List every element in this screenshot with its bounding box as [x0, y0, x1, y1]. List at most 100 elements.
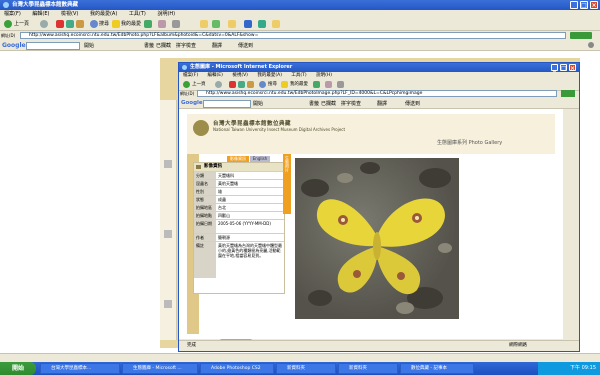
forward-icon[interactable] [215, 81, 222, 88]
history-icon[interactable] [144, 20, 152, 28]
inner-favorites-button[interactable]: 我的最愛 [290, 79, 308, 90]
taskbar-item[interactable]: 生態圖庫 - Microsoft ... [122, 363, 198, 374]
inner-browser-window: 生態圖庫 - Microsoft Internet Explorer _ □ ×… [178, 62, 580, 352]
inner-search-button[interactable]: 搜尋 [268, 79, 277, 90]
go-button[interactable] [570, 32, 592, 39]
taskbar-item[interactable]: 新資料夾 [338, 363, 398, 374]
menu-file[interactable]: 檔案(F) [4, 11, 21, 17]
start-button[interactable]: 開始 [0, 362, 36, 375]
search-icon[interactable] [90, 20, 98, 28]
menu-tools[interactable]: 工具(T) [129, 11, 146, 17]
search-icon[interactable] [259, 81, 266, 88]
info-title: 影像資訊 [194, 163, 284, 171]
inner-google-start[interactable]: 開始 [253, 100, 263, 107]
word-icon[interactable] [244, 20, 252, 28]
back-icon[interactable] [183, 81, 190, 88]
refresh-icon[interactable] [66, 20, 74, 28]
inner-google-toolbar: Google 開始 書籤 已攔截 拼字檢查 翻譯 傳送到 [179, 98, 579, 109]
taskbar-item[interactable]: 數位典藏 - 記事本 [400, 363, 474, 374]
inner-address-input[interactable]: http://www.asishq.ecoinsrci.ntu.edu.tw/E… [197, 90, 557, 97]
google-spellcheck-button[interactable]: 拼字檢查 [176, 42, 196, 49]
google-search-input[interactable] [26, 42, 80, 50]
menu-help[interactable]: 說明(H) [157, 11, 175, 17]
inner-page: 台灣大學昆蟲標本館數位典藏 National Taiwan University… [179, 109, 563, 346]
inner-status-left: 完成 [187, 343, 196, 348]
favorites-button[interactable]: 我的最愛 [121, 20, 141, 28]
museum-logo [193, 120, 209, 136]
side-tab-label: 生態照片 [285, 156, 290, 172]
outer-google-toolbar: Google 開始 書籤 已攔截 拼字檢查 翻譯 傳送到 [0, 40, 600, 51]
mail-icon[interactable] [158, 20, 166, 28]
print-icon[interactable] [337, 81, 344, 88]
inner-maximize-button[interactable]: □ [560, 64, 567, 72]
inner-google-bookmark[interactable]: 書籤 [309, 100, 319, 107]
close-button[interactable]: × [590, 1, 598, 9]
inner-menu-view[interactable]: 檢視(V) [232, 73, 248, 78]
settings-icon[interactable] [588, 42, 594, 48]
globe-icon[interactable] [258, 20, 266, 28]
menu-view[interactable]: 檢視(V) [61, 11, 78, 17]
favorites-icon[interactable] [281, 81, 288, 88]
msn-icon[interactable] [212, 20, 220, 28]
inner-google-search-input[interactable] [203, 100, 251, 108]
outer-side-icon[interactable] [164, 230, 172, 238]
minimize-button[interactable]: _ [570, 1, 578, 9]
inner-google-send[interactable]: 傳送到 [405, 100, 420, 107]
inner-menu-help[interactable]: 說明(H) [316, 73, 332, 78]
mail-icon[interactable] [325, 81, 332, 88]
menu-edit[interactable]: 編輯(E) [32, 11, 49, 17]
info-value: 台北 [218, 205, 226, 210]
home-icon[interactable] [247, 81, 254, 88]
inner-back-button[interactable]: 上一頁 [192, 79, 206, 90]
folder3-icon[interactable] [272, 20, 280, 28]
image-info-panel: 影像資訊 分類 天蠶蛾科 昆蟲名 黃豹天蠶蛾 性別 雄 狀態 成蟲 拍攝地區 台… [193, 162, 285, 294]
outer-menu-bar: 檔案(F) 編輯(E) 檢視(V) 我的最愛(A) 工具(T) 說明(H) [0, 10, 600, 18]
search-button[interactable]: 搜尋 [99, 20, 109, 28]
google-send-button[interactable]: 傳送到 [238, 42, 253, 49]
info-value: 2005-05-06 (YYYY-MM-DD) [218, 221, 271, 226]
taskbar-item[interactable]: Adobe Photoshop CS2 [200, 363, 274, 374]
stop-icon[interactable] [229, 81, 236, 88]
outer-side-icon[interactable] [164, 300, 172, 308]
inner-google-translate[interactable]: 翻譯 [377, 100, 387, 107]
stop-icon[interactable] [56, 20, 64, 28]
clock: 下午 09:15 [570, 365, 596, 371]
inner-close-button[interactable]: × [569, 64, 576, 72]
outer-toolbar: 上一頁 搜尋 我的最愛 [0, 18, 600, 31]
inner-menu-favorites[interactable]: 我的最愛(A) [257, 73, 282, 78]
moth-photo [295, 158, 459, 319]
taskbar-item[interactable]: 新資料夾 [276, 363, 336, 374]
info-value: 天蠶蛾科 [218, 173, 234, 178]
brand-chinese: 台灣大學昆蟲標本館數位典藏 [213, 121, 292, 127]
inner-minimize-button[interactable]: _ [551, 64, 558, 72]
inner-go-button[interactable] [561, 90, 575, 97]
history-icon[interactable] [313, 81, 320, 88]
google-blocked-button[interactable]: 已攔截 [156, 42, 171, 49]
forward-icon[interactable] [40, 20, 48, 28]
inner-menu-file[interactable]: 檔案(F) [183, 73, 198, 78]
folder2-icon[interactable] [228, 20, 236, 28]
inner-menu-edit[interactable]: 編輯(E) [208, 73, 223, 78]
address-input[interactable]: http://www.asishq.ecoinsrci.ntu.edu.tw/E… [20, 32, 566, 39]
google-start-button[interactable]: 開始 [84, 42, 94, 49]
menu-favorites[interactable]: 我的最愛(A) [90, 11, 117, 17]
info-row: 拍攝日期 2005-05-06 (YYYY-MM-DD) [194, 219, 284, 234]
ie-icon [3, 2, 9, 8]
taskbar-item[interactable]: 台灣大學昆蟲標本... [40, 363, 120, 374]
inner-google-spellcheck[interactable]: 拼字檢查 [341, 100, 361, 107]
inner-menu-tools[interactable]: 工具(T) [291, 73, 306, 78]
google-bookmark-button[interactable]: 書籤 [144, 42, 154, 49]
print-icon[interactable] [172, 20, 180, 28]
back-button[interactable]: 上一頁 [14, 20, 29, 28]
back-icon[interactable] [4, 20, 12, 28]
favorites-icon[interactable] [112, 20, 120, 28]
google-translate-button[interactable]: 翻譯 [212, 42, 222, 49]
home-icon[interactable] [76, 20, 84, 28]
refresh-icon[interactable] [238, 81, 245, 88]
outer-side-icon[interactable] [164, 160, 172, 168]
folder-icon[interactable] [200, 20, 208, 28]
side-tab[interactable]: 生態照片 [283, 154, 291, 214]
inner-address-label: 網址(D) [180, 91, 195, 96]
inner-google-blocked[interactable]: 已攔截 [321, 100, 336, 107]
maximize-button[interactable]: □ [580, 1, 588, 9]
